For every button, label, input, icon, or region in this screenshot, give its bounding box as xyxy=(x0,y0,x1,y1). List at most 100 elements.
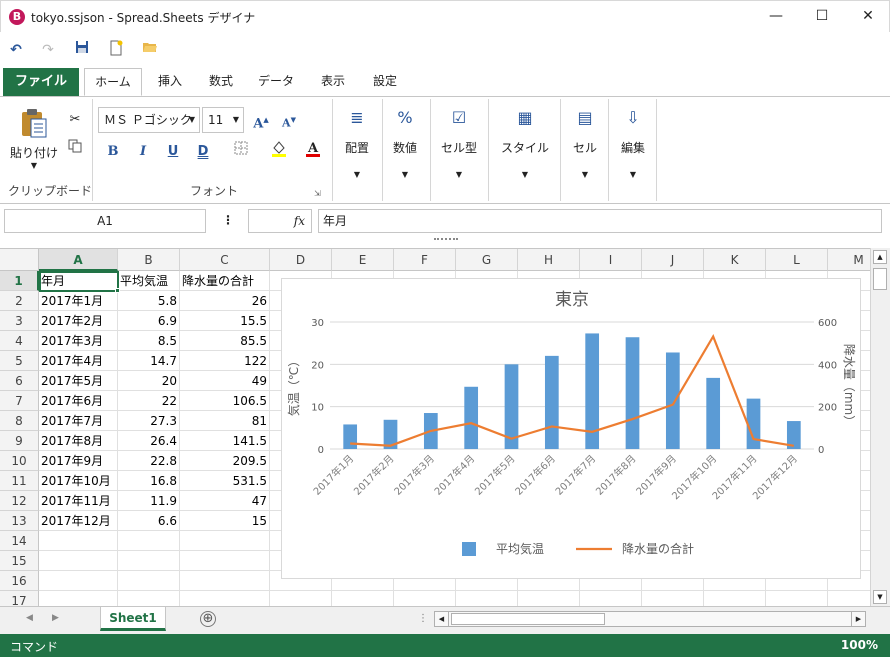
table-cell[interactable]: 26 xyxy=(180,291,270,311)
font-color-icon[interactable]: A xyxy=(302,139,324,161)
row-header-5[interactable]: 5 xyxy=(0,351,39,371)
empty-cell[interactable] xyxy=(642,591,704,606)
table-cell[interactable]: 平均気温 xyxy=(118,271,180,291)
tab-home[interactable]: ホーム xyxy=(84,68,142,96)
tab-insert[interactable]: 挿入 xyxy=(146,68,194,96)
row-header-17[interactable]: 17 xyxy=(0,591,39,606)
italic-button[interactable]: I xyxy=(132,141,154,163)
sheet-tab-sheet1[interactable]: Sheet1 xyxy=(100,607,166,631)
column-header-f[interactable]: F xyxy=(394,249,456,271)
empty-cell[interactable] xyxy=(180,571,270,591)
table-cell[interactable]: 2017年6月 xyxy=(39,391,118,411)
vertical-scroll-thumb[interactable] xyxy=(873,268,887,290)
empty-cell[interactable] xyxy=(766,591,828,606)
empty-cell[interactable] xyxy=(180,551,270,571)
cut-icon[interactable]: ✂ xyxy=(64,109,86,131)
column-header-a[interactable]: A xyxy=(39,249,118,271)
insert-function-icon[interactable]: fx xyxy=(248,209,312,233)
empty-cell[interactable] xyxy=(704,591,766,606)
empty-cell[interactable] xyxy=(118,531,180,551)
empty-cell[interactable] xyxy=(580,591,642,606)
empty-cell[interactable] xyxy=(270,591,332,606)
scroll-down-icon[interactable]: ▼ xyxy=(873,590,887,604)
table-cell[interactable]: 49 xyxy=(180,371,270,391)
table-cell[interactable]: 2017年3月 xyxy=(39,331,118,351)
name-box[interactable]: A1 xyxy=(4,209,206,233)
new-file-icon[interactable] xyxy=(106,40,126,60)
row-header-9[interactable]: 9 xyxy=(0,431,39,451)
empty-cell[interactable] xyxy=(180,531,270,551)
underline-button[interactable]: U xyxy=(162,141,184,163)
vertical-scrollbar[interactable]: ▲ ▼ xyxy=(870,248,890,606)
column-header-c[interactable]: C xyxy=(180,249,270,271)
empty-cell[interactable] xyxy=(518,591,580,606)
table-cell[interactable]: 2017年4月 xyxy=(39,351,118,371)
table-cell[interactable]: 11.9 xyxy=(118,491,180,511)
table-cell[interactable]: 81 xyxy=(180,411,270,431)
maximize-button[interactable]: ☐ xyxy=(799,1,845,31)
column-header-d[interactable]: D xyxy=(270,249,332,271)
close-button[interactable]: ✕ xyxy=(845,1,890,31)
column-header-l[interactable]: L xyxy=(766,249,828,271)
empty-cell[interactable] xyxy=(118,591,180,606)
table-cell[interactable]: 122 xyxy=(180,351,270,371)
row-header-14[interactable]: 14 xyxy=(0,531,39,551)
row-header-6[interactable]: 6 xyxy=(0,371,39,391)
table-cell[interactable]: 26.4 xyxy=(118,431,180,451)
tab-splitter-handle[interactable]: ⋮ xyxy=(418,613,428,624)
row-header-7[interactable]: 7 xyxy=(0,391,39,411)
table-cell[interactable]: 6.9 xyxy=(118,311,180,331)
fill-color-icon[interactable] xyxy=(268,139,290,161)
spreadsheet-grid[interactable]: ABCDEFGHIJKLM 1 2 3 4 5 6 7 8 9 10 11 12 13 14 15 16 17 … xyxy=(0,248,870,606)
table-cell[interactable]: 15 xyxy=(180,511,270,531)
row-header-2[interactable]: 2 xyxy=(0,291,39,311)
column-header-b[interactable]: B xyxy=(118,249,180,271)
table-cell[interactable]: 降水量の合計 xyxy=(180,271,270,291)
empty-cell[interactable] xyxy=(456,591,518,606)
table-cell[interactable]: 27.3 xyxy=(118,411,180,431)
row-header-15[interactable]: 15 xyxy=(0,551,39,571)
table-cell[interactable]: 2017年5月 xyxy=(39,371,118,391)
minimize-button[interactable]: — xyxy=(753,1,799,31)
table-cell[interactable]: 85.5 xyxy=(180,331,270,351)
row-header-11[interactable]: 11 xyxy=(0,471,39,491)
table-cell[interactable]: 2017年2月 xyxy=(39,311,118,331)
sheet-prev-icon[interactable]: ◀ xyxy=(26,613,33,623)
table-cell[interactable]: 20 xyxy=(118,371,180,391)
empty-cell[interactable] xyxy=(332,591,394,606)
sheet-next-icon[interactable]: ▶ xyxy=(52,613,59,623)
empty-cell[interactable] xyxy=(39,591,118,606)
column-header-h[interactable]: H xyxy=(518,249,580,271)
scroll-right-icon[interactable]: ▶ xyxy=(851,612,865,626)
select-all-corner[interactable] xyxy=(0,249,39,271)
formula-input[interactable]: 年月 xyxy=(318,209,882,233)
column-header-i[interactable]: I xyxy=(580,249,642,271)
paste-button[interactable]: 貼り付け ▼ xyxy=(10,107,58,170)
save-icon[interactable] xyxy=(72,40,92,60)
tab-file[interactable]: ファイル xyxy=(3,68,79,96)
table-cell[interactable]: 2017年8月 xyxy=(39,431,118,451)
column-header-j[interactable]: J xyxy=(642,249,704,271)
font-name-dropdown[interactable]: ＭＳ Ｐゴシック ▼ xyxy=(98,107,200,133)
number-format-button[interactable]: % 数値 ▼ xyxy=(382,105,428,179)
table-cell[interactable]: 2017年12月 xyxy=(39,511,118,531)
add-sheet-icon[interactable]: ⊕ xyxy=(200,611,216,627)
open-folder-icon[interactable] xyxy=(140,40,160,60)
undo-icon[interactable]: ↶ xyxy=(6,40,26,60)
empty-cell[interactable] xyxy=(394,591,456,606)
border-icon[interactable] xyxy=(230,141,252,163)
table-cell[interactable]: 2017年9月 xyxy=(39,451,118,471)
horizontal-scrollbar[interactable]: ◀ ▶ xyxy=(434,611,866,627)
table-cell[interactable]: 531.5 xyxy=(180,471,270,491)
redo-icon[interactable]: ↷ xyxy=(38,40,58,60)
column-header-k[interactable]: K xyxy=(704,249,766,271)
table-cell[interactable]: 22 xyxy=(118,391,180,411)
paste-dropdown-arrow[interactable]: ▼ xyxy=(10,161,58,170)
table-cell[interactable]: 15.5 xyxy=(180,311,270,331)
row-header-12[interactable]: 12 xyxy=(0,491,39,511)
table-cell[interactable]: 2017年10月 xyxy=(39,471,118,491)
column-header-m[interactable]: M xyxy=(828,249,870,271)
bold-button[interactable]: B xyxy=(102,141,124,163)
table-cell[interactable]: 141.5 xyxy=(180,431,270,451)
table-cell[interactable]: 2017年1月 xyxy=(39,291,118,311)
